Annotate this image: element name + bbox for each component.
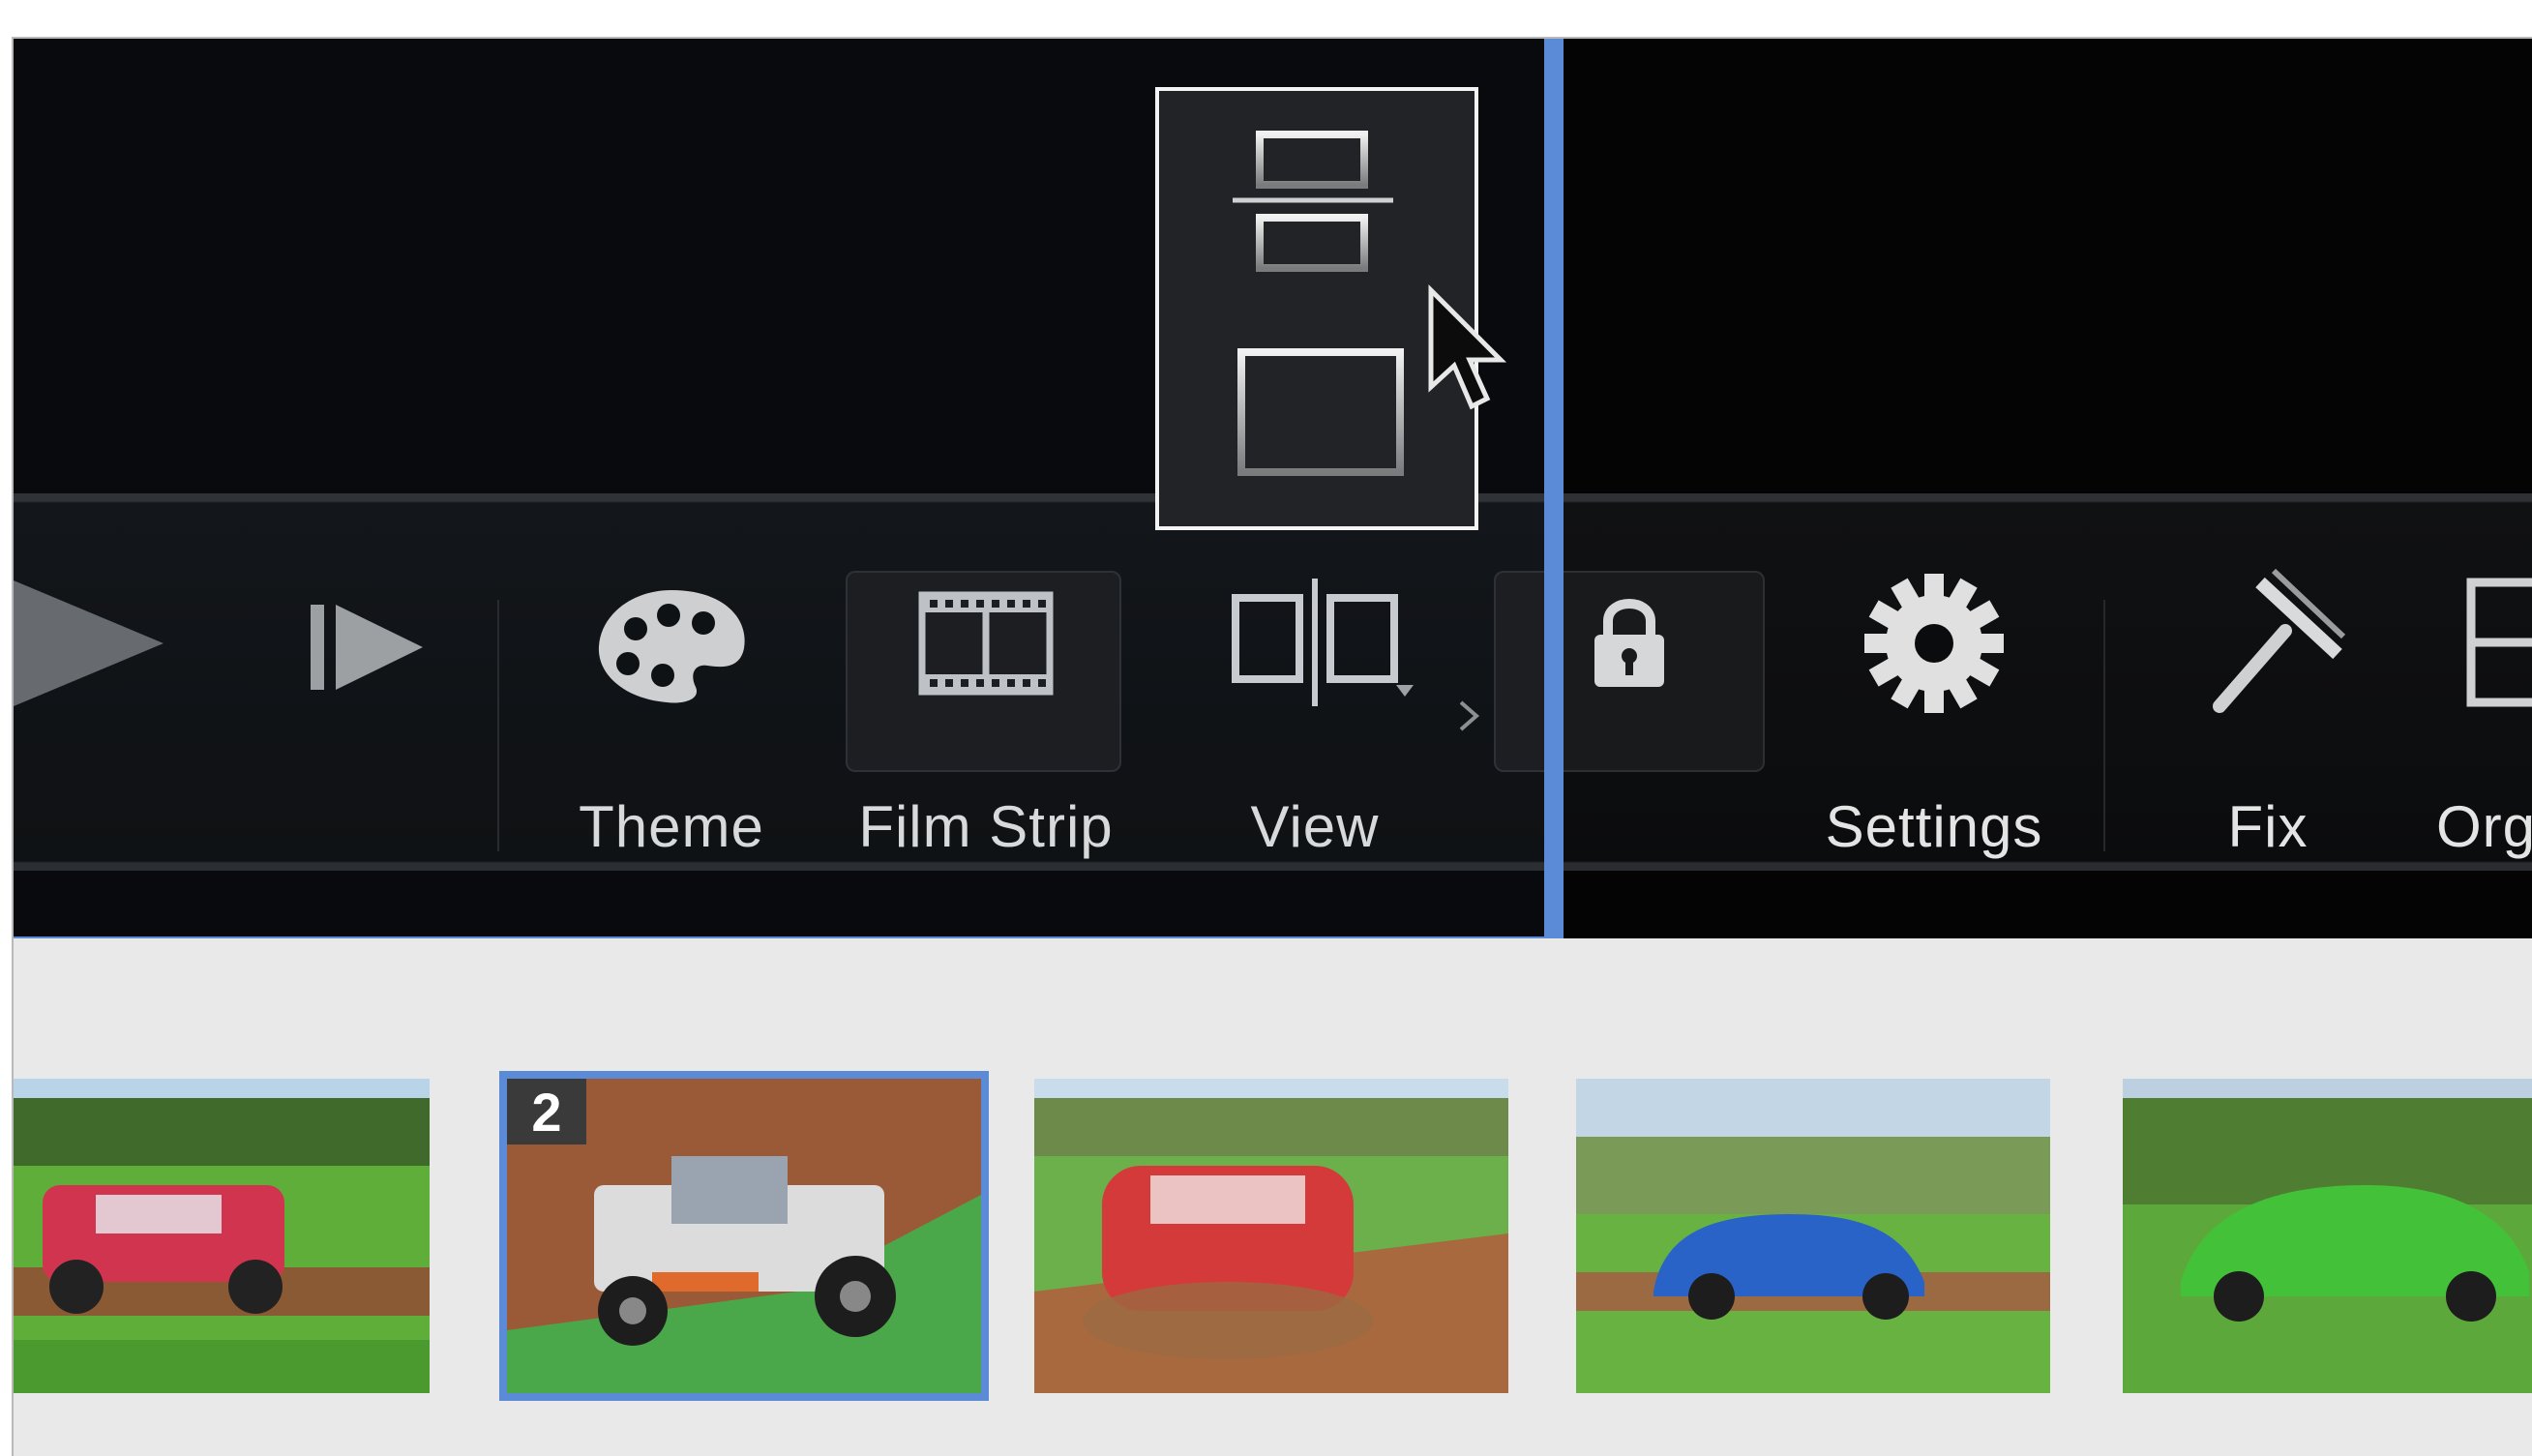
thumbnail[interactable] — [1576, 1079, 2050, 1393]
app-window: Theme Film Strip View Settings Fix Org 2 — [12, 37, 2532, 1456]
photo-viewer[interactable]: Theme Film Strip View Settings Fix Org — [14, 39, 2532, 938]
organize-button[interactable]: Org — [2423, 493, 2532, 871]
fix-button[interactable]: Fix — [2152, 493, 2384, 871]
settings-button[interactable]: Settings — [1794, 493, 2074, 871]
toolbar-separator — [2103, 600, 2105, 851]
split-view-icon — [1165, 571, 1465, 716]
layout-option-stacked[interactable] — [1227, 125, 1411, 299]
fix-icon — [2152, 568, 2384, 716]
layout-single-icon — [1237, 348, 1404, 476]
play-icon — [14, 571, 178, 716]
thumbnail-selected[interactable]: 2 — [507, 1079, 981, 1393]
thumbnail[interactable] — [1034, 1079, 1508, 1393]
thumbnail-badge: 2 — [507, 1079, 586, 1144]
settings-label: Settings — [1825, 794, 2043, 859]
toolbar-separator — [497, 600, 499, 851]
main-toolbar: Theme Film Strip View Settings Fix Org — [14, 493, 2532, 871]
theme-label: Theme — [579, 794, 764, 859]
lock-button[interactable] — [1494, 493, 1765, 871]
lock-icon — [1494, 571, 1765, 716]
view-label: View — [1250, 794, 1380, 859]
film-strip-icon — [826, 571, 1146, 716]
fix-label: Fix — [2227, 794, 2309, 859]
thumbnail[interactable] — [14, 1079, 430, 1393]
mouse-cursor-icon — [1421, 281, 1508, 420]
theme-button[interactable]: Theme — [555, 493, 788, 871]
film-strip-button[interactable]: Film Strip — [826, 493, 1146, 871]
green-hatchback-car-photo — [2123, 1079, 2532, 1393]
next-frame-icon — [294, 571, 439, 716]
blue-hatchback-car-photo — [1576, 1079, 2050, 1393]
red-hatchback-car-photo — [14, 1079, 430, 1393]
red-mini-car-photo — [1034, 1079, 1508, 1393]
gear-icon — [1794, 571, 2074, 716]
filmstrip: 2 — [14, 938, 2532, 1456]
play-button[interactable] — [14, 493, 178, 871]
next-frame-button[interactable] — [294, 493, 439, 871]
layout-stacked-icon — [1233, 131, 1393, 272]
palette-icon — [555, 571, 788, 716]
thumbnail[interactable] — [2123, 1079, 2532, 1393]
film-strip-label: Film Strip — [858, 794, 1114, 859]
chevron-right-icon — [1455, 697, 1484, 735]
layout-option-single[interactable] — [1232, 342, 1415, 488]
organize-icon — [2465, 571, 2532, 716]
organize-label: Org — [2436, 794, 2532, 859]
view-button[interactable]: View — [1165, 493, 1465, 871]
